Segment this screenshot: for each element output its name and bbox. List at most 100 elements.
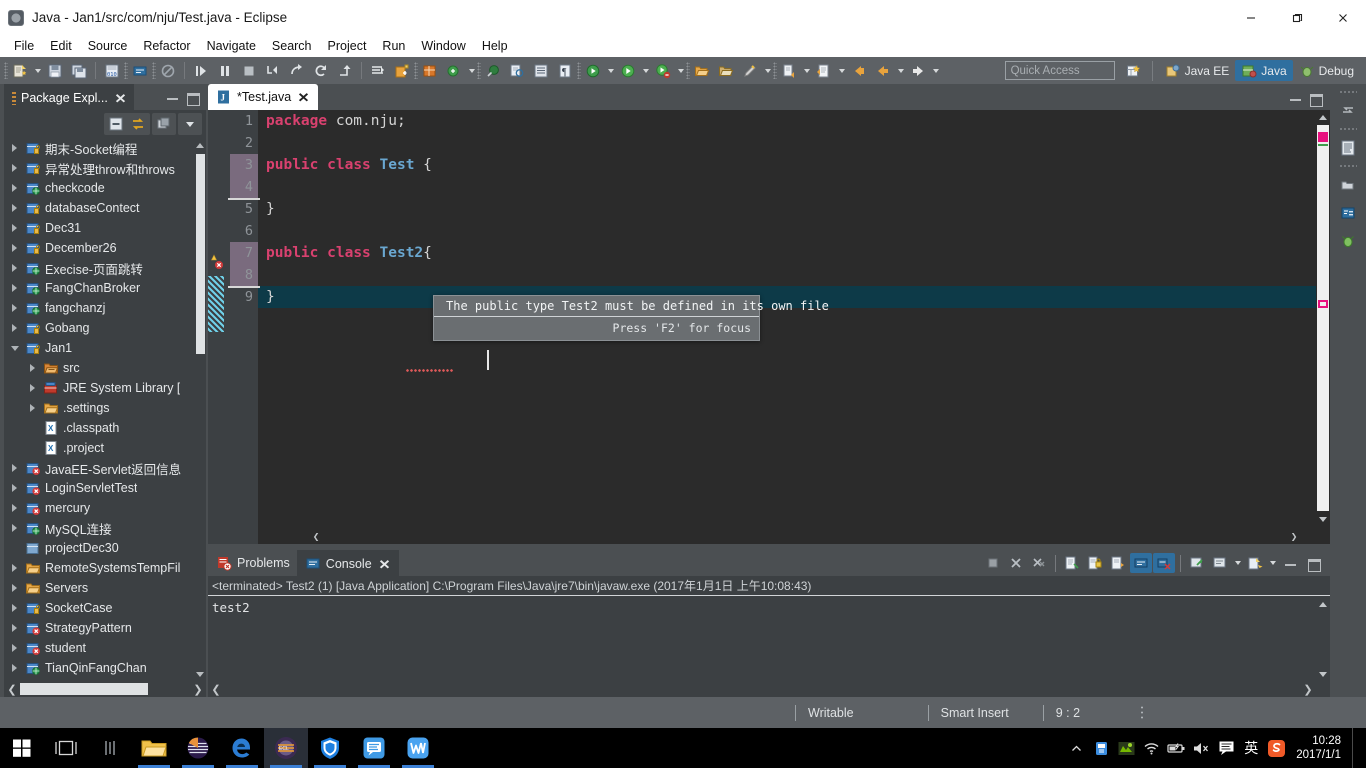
- show-desktop-button[interactable]: [1352, 728, 1360, 768]
- editor-scroll-left-icon[interactable]: ❮: [308, 530, 324, 543]
- tree-item[interactable]: X .project: [4, 438, 194, 458]
- editor-scroll-down-icon[interactable]: [1316, 512, 1330, 526]
- volume-muted-icon[interactable]: [1190, 734, 1212, 762]
- toolbar-drag-handle[interactable]: [4, 62, 8, 79]
- run-icon[interactable]: [582, 60, 604, 81]
- new-class-dropdown[interactable]: [466, 60, 477, 81]
- new-java-project-icon[interactable]: [391, 60, 413, 81]
- display-selected-console-icon[interactable]: [1153, 553, 1175, 573]
- tree-hscroll-thumb[interactable]: [20, 683, 148, 695]
- view-menu-icon[interactable]: [179, 114, 201, 134]
- code-line[interactable]: [258, 264, 1316, 286]
- expand-arrow-icon[interactable]: [8, 218, 21, 238]
- tree-item[interactable]: projectDec30: [4, 538, 194, 558]
- maximize-view-icon[interactable]: [186, 91, 200, 106]
- editor-scroll-up-icon[interactable]: [1316, 110, 1330, 124]
- toggle-breadcrumb-icon[interactable]: 010: [101, 60, 123, 81]
- code-line[interactable]: public class Test {: [258, 154, 1316, 176]
- perspective-java[interactable]: Java: [1235, 60, 1293, 81]
- expand-arrow-icon[interactable]: [8, 578, 21, 598]
- tree-item[interactable]: JavaEE-Servlet返回信息: [4, 458, 194, 478]
- tab-test-java[interactable]: J *Test.java ✕: [208, 84, 319, 110]
- new-class-icon[interactable]: [443, 60, 465, 81]
- task-view-icon[interactable]: [44, 728, 88, 768]
- save-all-icon[interactable]: [68, 60, 90, 81]
- code-line[interactable]: package com.nju;: [258, 110, 1316, 132]
- menu-project[interactable]: Project: [320, 37, 375, 55]
- editor-vertical-scrollbar[interactable]: [1316, 110, 1330, 544]
- restore-icon[interactable]: [1335, 99, 1361, 123]
- paragraph-mark-icon[interactable]: ¶: [554, 60, 576, 81]
- code-line[interactable]: }: [258, 198, 1316, 220]
- drop-to-frame-icon[interactable]: [334, 60, 356, 81]
- minimize-button[interactable]: [1228, 0, 1274, 35]
- expand-arrow-icon[interactable]: [8, 658, 21, 678]
- usb-device-icon[interactable]: [1090, 734, 1112, 762]
- expand-arrow-icon[interactable]: [26, 398, 39, 418]
- outline-tree-icon[interactable]: [530, 60, 552, 81]
- previous-annotation-icon[interactable]: [778, 60, 800, 81]
- expand-arrow-icon[interactable]: [8, 498, 21, 518]
- tencent-pc-manager-icon[interactable]: [308, 728, 352, 768]
- servers-view-icon[interactable]: [1335, 201, 1361, 225]
- expand-arrow-icon[interactable]: [8, 158, 21, 178]
- tab-problems[interactable]: Problems: [208, 550, 297, 576]
- close-button[interactable]: [1320, 0, 1366, 35]
- back-dropdown[interactable]: [895, 60, 906, 81]
- tree-scroll-left-icon[interactable]: ❮: [4, 681, 20, 697]
- run-last-tool-icon[interactable]: [367, 60, 389, 81]
- tree-item[interactable]: Servers: [4, 578, 194, 598]
- maximize-console-icon[interactable]: [1302, 553, 1324, 573]
- step-over-icon[interactable]: [286, 60, 308, 81]
- expand-arrow-icon[interactable]: [26, 358, 39, 378]
- tree-horizontal-scrollbar[interactable]: ❮ ❯: [4, 681, 206, 697]
- code-line[interactable]: [258, 176, 1316, 198]
- cortana-search-icon[interactable]: [88, 728, 132, 768]
- console-scroll-down-icon[interactable]: [1316, 667, 1330, 681]
- back-icon[interactable]: [848, 60, 870, 81]
- code-line[interactable]: [258, 220, 1316, 242]
- skip-breakpoints-icon[interactable]: [157, 60, 179, 81]
- tree-item[interactable]: fangchanzj: [4, 298, 194, 318]
- view-filter-icon[interactable]: [153, 114, 175, 134]
- taskbar-clock[interactable]: 10:28 2017/1/1: [1290, 734, 1349, 762]
- wps-writer-icon[interactable]: [396, 728, 440, 768]
- tab-console[interactable]: Console ✕: [296, 550, 399, 576]
- code-line[interactable]: [258, 132, 1316, 154]
- tree-item[interactable]: Dec31: [4, 218, 194, 238]
- tree-scroll-up-icon[interactable]: [194, 138, 206, 152]
- outline-view-icon[interactable]: [1335, 136, 1361, 160]
- expand-arrow-icon[interactable]: [8, 478, 21, 498]
- tree-item[interactable]: X .classpath: [4, 418, 194, 438]
- open-perspective-icon[interactable]: [1123, 60, 1145, 81]
- resume-icon[interactable]: [190, 60, 212, 81]
- collapse-all-icon[interactable]: [105, 114, 127, 134]
- fastbar-drag-handle[interactable]: [1339, 90, 1357, 95]
- expand-arrow-icon[interactable]: [8, 458, 21, 478]
- remove-launch-icon[interactable]: [1005, 553, 1027, 573]
- debug-icon[interactable]: [617, 60, 639, 81]
- console-scroll-right-icon[interactable]: ❯: [1300, 683, 1316, 696]
- editor-overview-ruler[interactable]: [1317, 125, 1329, 511]
- tree-item[interactable]: mercury: [4, 498, 194, 518]
- editor-horizontal-scrollbar[interactable]: ❮ ❯: [308, 528, 1302, 544]
- expand-arrow-icon[interactable]: [8, 178, 21, 198]
- open-task-icon[interactable]: [715, 60, 737, 81]
- new-wizard-dropdown[interactable]: [32, 60, 43, 81]
- step-into-icon[interactable]: [262, 60, 284, 81]
- terminate-icon[interactable]: [982, 553, 1004, 573]
- expand-arrow-icon[interactable]: [8, 198, 21, 218]
- tree-item[interactable]: src: [4, 358, 194, 378]
- edge-icon[interactable]: [220, 728, 264, 768]
- wechat-icon[interactable]: [352, 728, 396, 768]
- editor-tab-close-icon[interactable]: ✕: [295, 91, 311, 104]
- ime-chinese-icon[interactable]: 英: [1240, 734, 1262, 762]
- minimize-editor-icon[interactable]: [1289, 92, 1302, 105]
- package-explorer-min-icon[interactable]: [1335, 173, 1361, 197]
- maximize-button[interactable]: [1274, 0, 1320, 35]
- tree-item[interactable]: JRE System Library [: [4, 378, 194, 398]
- open-type-icon[interactable]: [482, 60, 504, 81]
- console-horizontal-scrollbar[interactable]: ❮ ❯: [208, 681, 1316, 697]
- eclipse-icon[interactable]: ECL: [264, 728, 308, 768]
- tree-item[interactable]: LoginServletTest: [4, 478, 194, 498]
